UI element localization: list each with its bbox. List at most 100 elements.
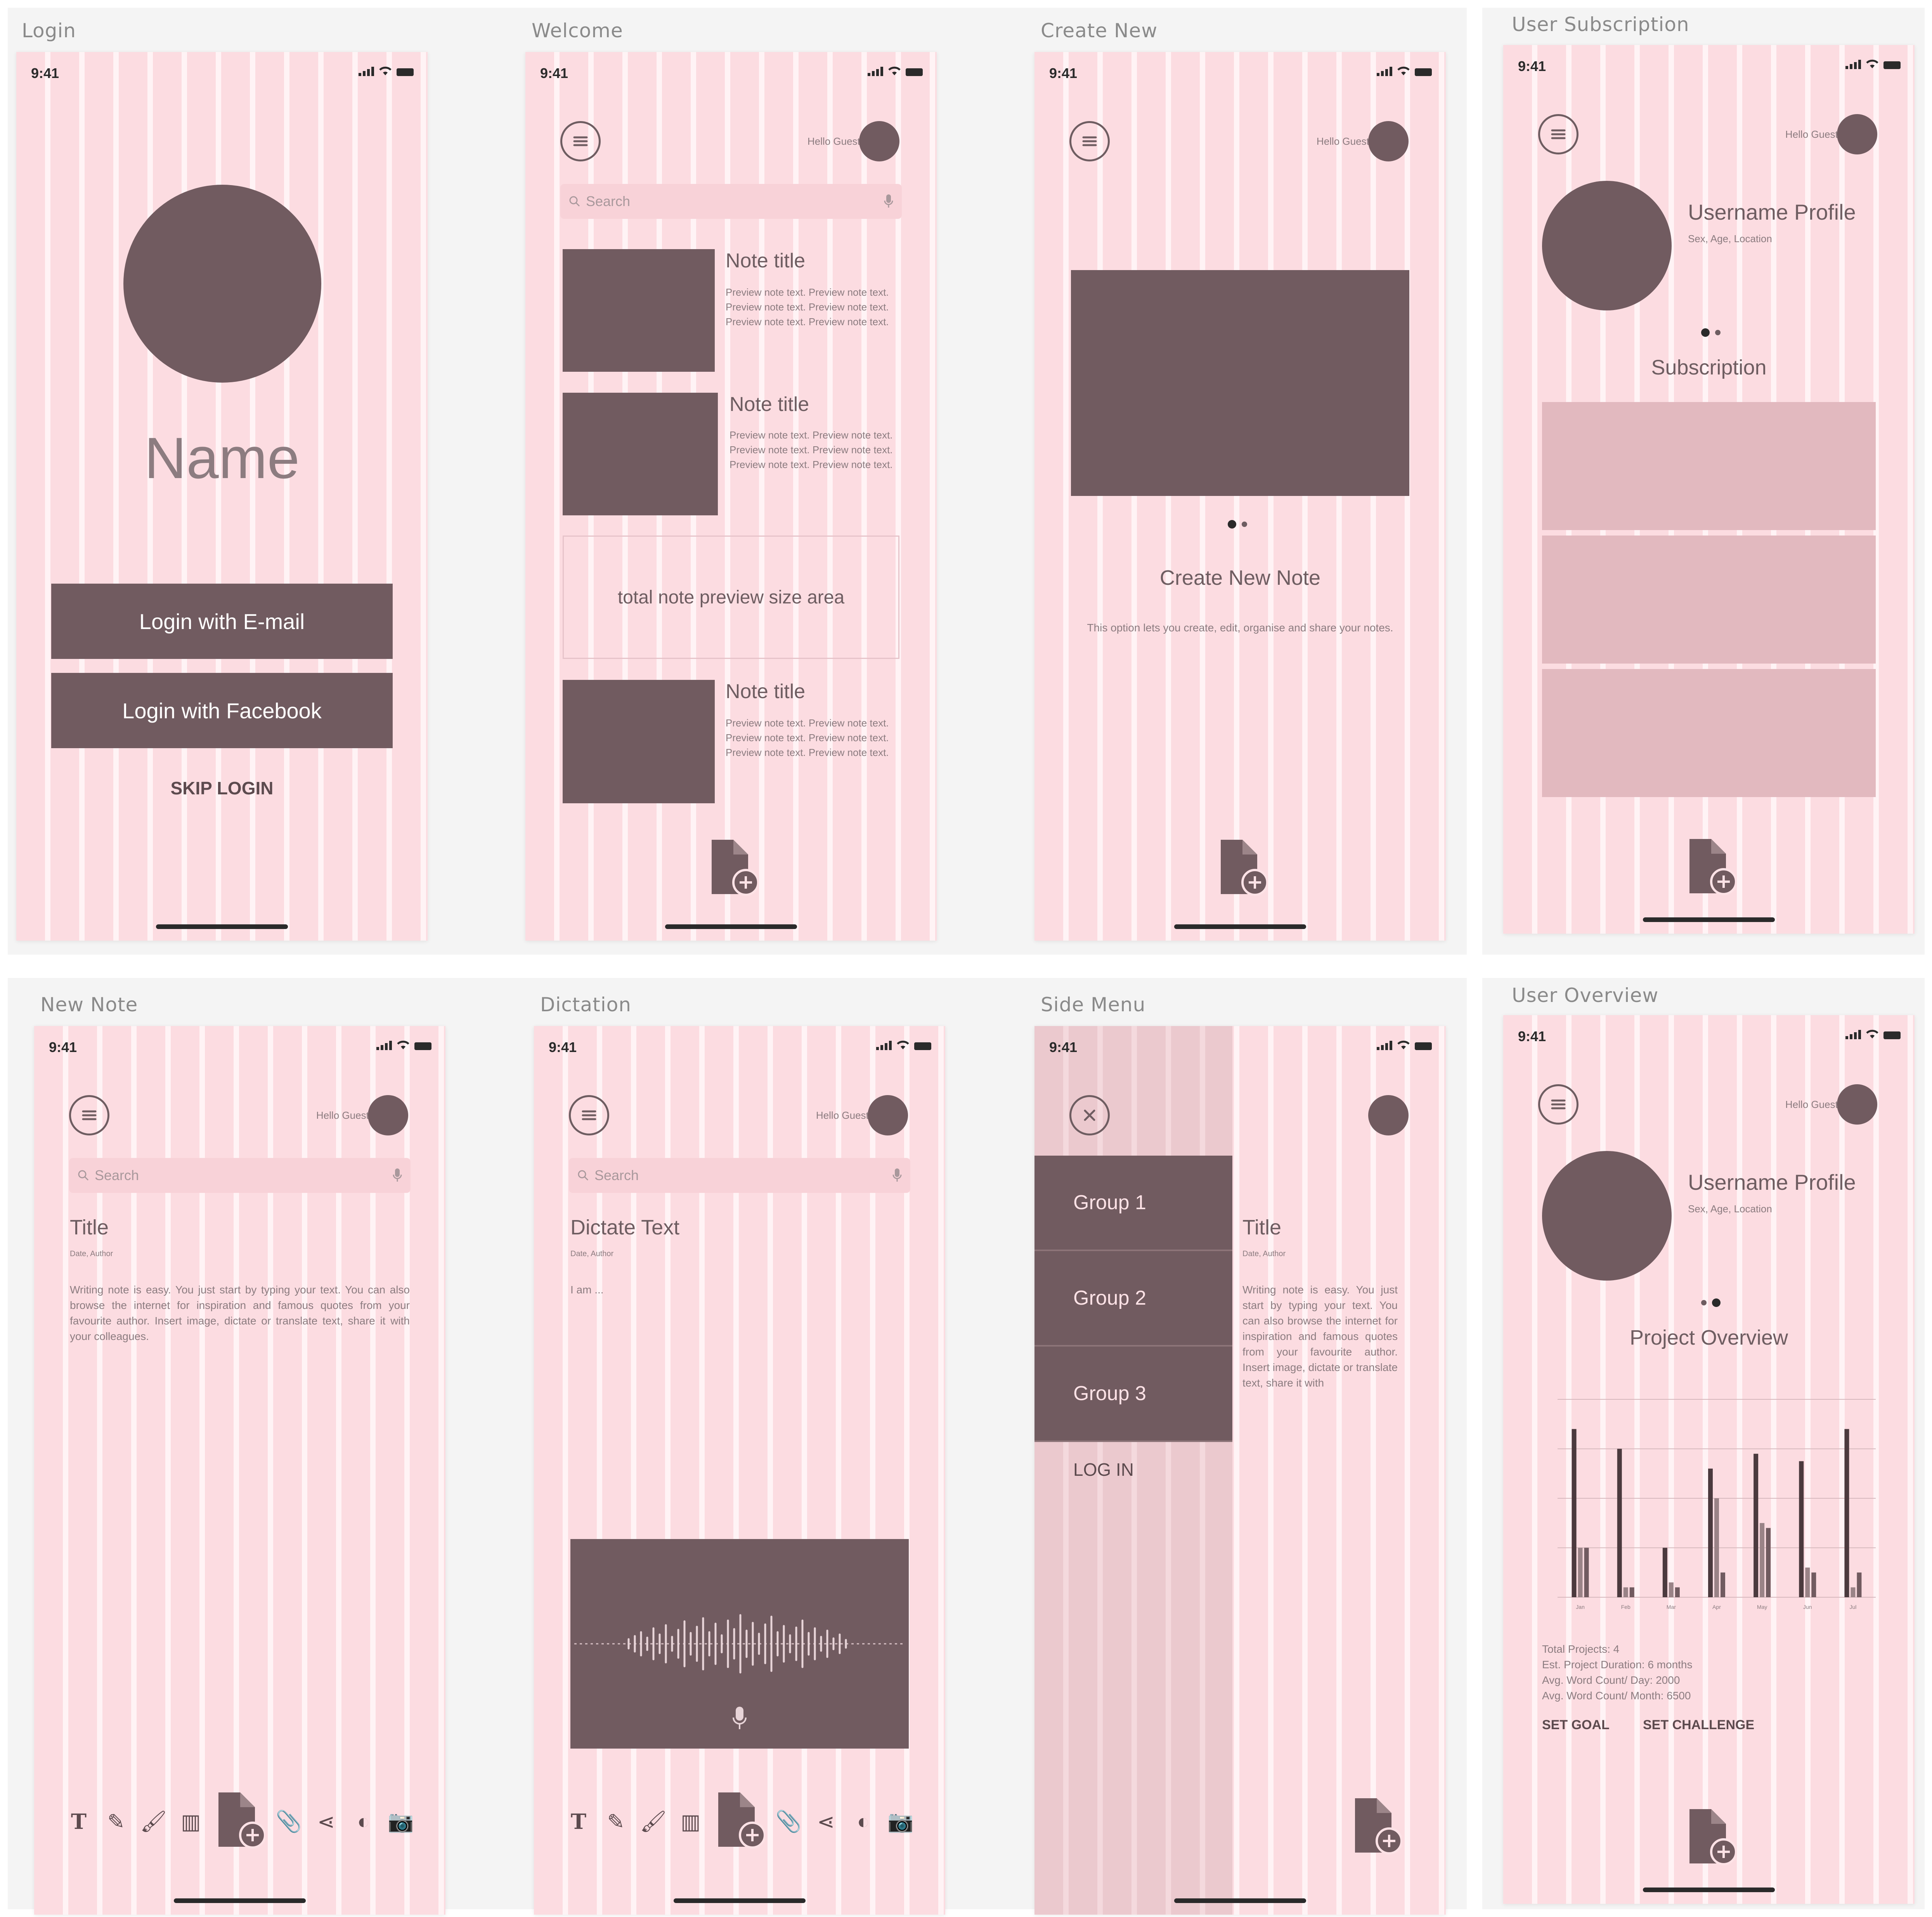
login-link[interactable]: LOG IN [1073, 1459, 1134, 1480]
translate-icon[interactable]: ◐ [850, 1810, 877, 1834]
hamburger-icon [1082, 136, 1097, 146]
search-input[interactable]: Search [560, 184, 902, 219]
subscription-plan-card[interactable] [1542, 669, 1876, 797]
new-note-icon[interactable] [708, 840, 758, 898]
microphone-icon[interactable] [393, 1168, 402, 1183]
avatar[interactable] [1368, 1095, 1409, 1135]
wifi-icon [888, 66, 901, 75]
chart-bar [1669, 1582, 1674, 1597]
search-input[interactable]: Search [569, 1158, 910, 1193]
menu-group-3[interactable]: Group 3 [1034, 1347, 1232, 1442]
set-goal-button[interactable]: SET GOAL [1542, 1718, 1610, 1733]
chart-x-tick-label: Jun [1803, 1604, 1812, 1610]
page-dots[interactable] [1701, 1298, 1721, 1307]
avatar[interactable] [1837, 1084, 1877, 1125]
avatar[interactable] [123, 185, 321, 383]
note-title-field[interactable]: Title [70, 1215, 109, 1239]
avatar[interactable] [1837, 114, 1877, 154]
microphone-icon[interactable] [892, 1168, 902, 1183]
library-icon[interactable]: ▥ [177, 1810, 204, 1834]
dot [1242, 522, 1247, 527]
chart-bar [1629, 1587, 1634, 1597]
text-icon[interactable]: T [65, 1809, 92, 1834]
share-icon[interactable]: ⋖ [313, 1810, 340, 1834]
library-icon[interactable]: ▥ [677, 1810, 704, 1834]
signal-icon [359, 67, 374, 76]
hamburger-icon [1551, 1099, 1566, 1109]
share-icon[interactable]: ⋖ [813, 1810, 840, 1834]
avatar[interactable] [868, 1095, 908, 1135]
attach-icon[interactable]: 📎 [775, 1810, 802, 1834]
create-note-description: This option lets you create, edit, organ… [1087, 622, 1393, 634]
new-note-icon[interactable] [1351, 1798, 1402, 1856]
microphone-icon[interactable] [732, 1706, 747, 1731]
menu-button[interactable] [569, 1095, 609, 1135]
search-input[interactable]: Search [69, 1158, 411, 1193]
profile-avatar[interactable] [1542, 181, 1672, 310]
new-note-icon[interactable] [1686, 839, 1736, 897]
menu-button[interactable] [1069, 121, 1110, 161]
skip-login-link[interactable]: SKIP LOGIN [16, 778, 428, 799]
camera-icon[interactable]: 📷 [887, 1810, 914, 1834]
note-body[interactable]: Writing note is easy. You just start by … [70, 1282, 410, 1344]
profile-avatar[interactable] [1542, 1151, 1672, 1281]
camera-icon[interactable]: 📷 [387, 1810, 414, 1834]
new-note-icon[interactable] [1686, 1809, 1736, 1867]
brush-icon[interactable]: 🖌 [640, 1810, 667, 1834]
dot [1715, 330, 1721, 335]
phone-dictation: 9:41 Hello Guest! Search Dictate Text Da… [534, 1026, 945, 1915]
status-icons [359, 66, 414, 76]
menu-group-1[interactable]: Group 1 [1034, 1156, 1232, 1251]
avatar[interactable] [859, 121, 899, 161]
set-challenge-button[interactable]: SET CHALLENGE [1643, 1718, 1754, 1733]
menu-button[interactable] [69, 1095, 109, 1135]
dictate-title[interactable]: Dictate Text [570, 1215, 679, 1239]
new-note-icon[interactable] [1217, 840, 1267, 898]
screen-label-side-menu: Side Menu [1041, 993, 1146, 1016]
hamburger-icon [1551, 129, 1566, 139]
pen-icon[interactable]: ✎ [102, 1810, 130, 1834]
subscription-plan-card[interactable] [1542, 402, 1876, 530]
pen-icon[interactable]: ✎ [602, 1810, 629, 1834]
wifi-icon [1397, 66, 1410, 75]
profile-meta: Sex, Age, Location [1688, 233, 1772, 244]
stat-duration: Est. Project Duration: 6 months [1542, 1659, 1693, 1671]
attach-icon[interactable]: 📎 [275, 1810, 302, 1834]
menu-button[interactable] [1538, 1084, 1579, 1125]
note-title: Note title [726, 250, 806, 272]
menu-group-2[interactable]: Group 2 [1034, 1251, 1232, 1347]
home-indicator [174, 1898, 306, 1903]
subscription-plan-card[interactable] [1542, 536, 1876, 664]
phone-new-note: 9:41 Hello Guest! Search Title Date, Aut… [34, 1026, 445, 1915]
login-facebook-button[interactable]: Login with Facebook [51, 673, 393, 748]
avatar[interactable] [368, 1095, 408, 1135]
new-note-icon[interactable] [714, 1792, 765, 1851]
home-indicator [1174, 1898, 1306, 1903]
chart-x-tick-label: Feb [1621, 1604, 1631, 1610]
page-dots[interactable] [1701, 328, 1721, 337]
avatar[interactable] [1368, 121, 1409, 161]
preview-area-label: total note preview size area [617, 587, 845, 608]
onboarding-image [1071, 270, 1409, 496]
close-menu-button[interactable] [1069, 1095, 1110, 1135]
note-title: Note title [729, 393, 809, 416]
close-icon [1084, 1109, 1095, 1121]
dictation-body[interactable]: I am ... [570, 1282, 909, 1298]
page-dots[interactable] [1228, 520, 1247, 529]
signal-icon [1845, 60, 1861, 69]
microphone-icon[interactable] [884, 194, 893, 209]
subscription-title: Subscription [1651, 356, 1767, 379]
menu-button[interactable] [1538, 114, 1579, 154]
chart-bar [1708, 1468, 1713, 1597]
translate-icon[interactable]: ◐ [350, 1810, 377, 1834]
menu-button[interactable] [560, 121, 601, 161]
text-icon[interactable]: T [565, 1809, 592, 1834]
brush-icon[interactable]: 🖌 [140, 1810, 167, 1834]
login-email-button[interactable]: Login with E-mail [51, 584, 393, 659]
chart-bar [1584, 1548, 1589, 1597]
phone-welcome: 9:41 Hello Guest! Search Note title Prev… [525, 52, 937, 941]
editor-toolbar: T ✎ 🖌 ▥ 📎 ⋖ ◐ 📷 [65, 1792, 414, 1849]
chart-bar [1721, 1572, 1725, 1597]
chart-bar [1578, 1548, 1583, 1597]
new-note-icon[interactable] [215, 1792, 265, 1851]
